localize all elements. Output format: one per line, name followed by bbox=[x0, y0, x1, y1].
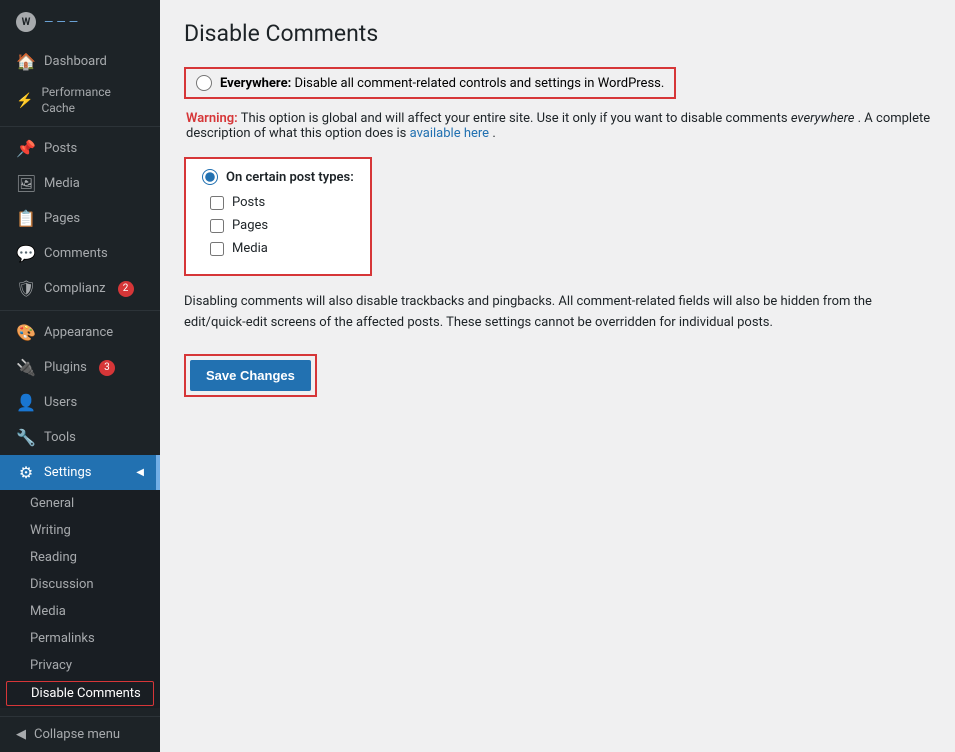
submenu-item-disable-comments[interactable]: Disable Comments bbox=[6, 681, 154, 706]
sidebar-label-performance-cache: Performance Cache bbox=[41, 85, 144, 116]
available-here-link[interactable]: available here bbox=[410, 126, 489, 141]
sidebar-item-complianz[interactable]: 🛡 Complianz 2 bbox=[0, 271, 160, 306]
sidebar-item-dashboard[interactable]: 🏠 Dashboard bbox=[0, 44, 160, 79]
checkbox-media-label: Media bbox=[232, 241, 268, 256]
sidebar-label-complianz: Complianz bbox=[44, 281, 106, 296]
warning-italic: everywhere bbox=[791, 111, 855, 126]
sidebar-item-posts[interactable]: 📌 Posts bbox=[0, 131, 160, 166]
tools-icon: 🔧 bbox=[16, 428, 36, 447]
sidebar-label-pages: Pages bbox=[44, 211, 80, 226]
sidebar-logo: W — — — bbox=[0, 0, 160, 44]
performance-icon: ⚡ bbox=[16, 93, 33, 109]
collapse-menu-button[interactable]: ◀ Collapse menu bbox=[0, 716, 160, 752]
sidebar-label-media: Media bbox=[44, 176, 80, 191]
sidebar-label-comments: Comments bbox=[44, 246, 108, 261]
save-changes-wrapper: Save Changes bbox=[184, 354, 317, 397]
sidebar-item-pages[interactable]: 📋 Pages bbox=[0, 201, 160, 236]
sidebar: W — — — 🏠 Dashboard ⚡ Performance Cache … bbox=[0, 0, 160, 752]
post-types-radio-wrapper: On certain post types: bbox=[202, 169, 354, 185]
content-box: Everywhere: Disable all comment-related … bbox=[184, 67, 931, 397]
post-types-radio-label: On certain post types: bbox=[226, 170, 354, 185]
sidebar-divider-1 bbox=[0, 126, 160, 127]
everywhere-radio-input[interactable] bbox=[196, 75, 212, 91]
settings-submenu: General Writing Reading Discussion Media… bbox=[0, 490, 160, 708]
plugins-badge: 3 bbox=[99, 360, 115, 376]
plugins-icon: 🔌 bbox=[16, 358, 36, 377]
collapse-menu-label: Collapse menu bbox=[34, 727, 120, 742]
checkbox-posts-label: Posts bbox=[232, 195, 265, 210]
checkbox-pages-input[interactable] bbox=[210, 219, 224, 233]
warning-text3: . bbox=[492, 126, 495, 141]
dashboard-icon: 🏠 bbox=[16, 52, 36, 71]
sidebar-label-posts: Posts bbox=[44, 141, 77, 156]
warning-box: Warning: This option is global and will … bbox=[184, 111, 931, 141]
sidebar-divider-2 bbox=[0, 310, 160, 311]
checkbox-pages-label: Pages bbox=[232, 218, 268, 233]
checkbox-media-input[interactable] bbox=[210, 242, 224, 256]
submenu-item-media[interactable]: Media bbox=[0, 598, 160, 625]
sidebar-label-users: Users bbox=[44, 395, 77, 410]
sidebar-label-tools: Tools bbox=[44, 430, 76, 445]
everywhere-radio-wrapper: Everywhere: Disable all comment-related … bbox=[184, 67, 676, 99]
sidebar-item-comments[interactable]: 💬 Comments bbox=[0, 236, 160, 271]
post-types-radio-input[interactable] bbox=[202, 169, 218, 185]
wordpress-icon: W bbox=[16, 12, 36, 32]
post-types-box: On certain post types: Posts Pages Media bbox=[184, 157, 372, 276]
sidebar-label-plugins: Plugins bbox=[44, 360, 87, 375]
checkbox-pages-wrapper: Pages bbox=[202, 218, 354, 233]
checkbox-media-wrapper: Media bbox=[202, 241, 354, 256]
save-changes-button[interactable]: Save Changes bbox=[190, 360, 311, 391]
sidebar-item-performance-cache[interactable]: ⚡ Performance Cache bbox=[0, 79, 160, 122]
submenu-item-reading[interactable]: Reading bbox=[0, 544, 160, 571]
submenu-item-privacy[interactable]: Privacy bbox=[0, 652, 160, 679]
sidebar-item-appearance[interactable]: 🎨 Appearance bbox=[0, 315, 160, 350]
comments-icon: 💬 bbox=[16, 244, 36, 263]
sidebar-item-media[interactable]: 🖼 Media bbox=[0, 166, 160, 201]
users-icon: 👤 bbox=[16, 393, 36, 412]
warning-text: This option is global and will affect yo… bbox=[241, 111, 791, 126]
checkbox-posts-input[interactable] bbox=[210, 196, 224, 210]
submenu-item-permalinks[interactable]: Permalinks bbox=[0, 625, 160, 652]
sidebar-item-plugins[interactable]: 🔌 Plugins 3 bbox=[0, 350, 160, 385]
site-name: — — — bbox=[44, 15, 78, 29]
page-title: Disable Comments bbox=[184, 20, 931, 47]
settings-icon: ⚙ bbox=[16, 463, 36, 482]
sidebar-label-appearance: Appearance bbox=[44, 325, 113, 340]
submenu-item-discussion[interactable]: Discussion bbox=[0, 571, 160, 598]
warning-label: Warning: bbox=[186, 111, 238, 126]
complianz-badge: 2 bbox=[118, 281, 134, 297]
submenu-item-writing[interactable]: Writing bbox=[0, 517, 160, 544]
checkbox-posts-wrapper: Posts bbox=[202, 195, 354, 210]
complianz-icon: 🛡 bbox=[16, 279, 36, 298]
sidebar-item-users[interactable]: 👤 Users bbox=[0, 385, 160, 420]
everywhere-radio-label: Everywhere: Disable all comment-related … bbox=[220, 76, 664, 91]
settings-arrow-icon: ◀ bbox=[136, 467, 144, 478]
posts-icon: 📌 bbox=[16, 139, 36, 158]
submenu-item-general[interactable]: General bbox=[0, 490, 160, 517]
sidebar-label-dashboard: Dashboard bbox=[44, 54, 107, 69]
main-content: Disable Comments Everywhere: Disable all… bbox=[160, 0, 955, 752]
appearance-icon: 🎨 bbox=[16, 323, 36, 342]
description-text: Disabling comments will also disable tra… bbox=[184, 292, 904, 334]
sidebar-label-settings: Settings bbox=[44, 465, 91, 480]
sidebar-item-settings[interactable]: ⚙ Settings ◀ bbox=[0, 455, 160, 490]
media-icon: 🖼 bbox=[16, 174, 36, 193]
pages-icon: 📋 bbox=[16, 209, 36, 228]
sidebar-item-tools[interactable]: 🔧 Tools bbox=[0, 420, 160, 455]
collapse-icon: ◀ bbox=[16, 727, 26, 742]
